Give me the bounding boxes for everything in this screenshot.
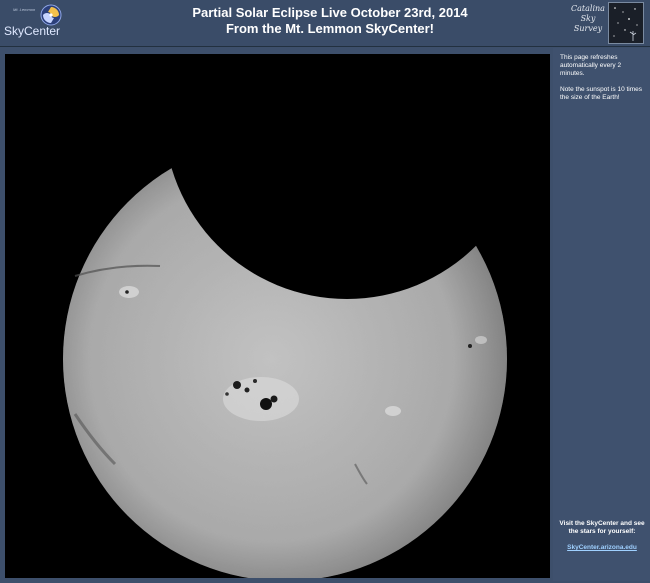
catalina-logo-text: Catalina Sky Survey bbox=[566, 4, 610, 34]
sun-eclipse-graphic bbox=[5, 54, 550, 581]
catalina-logo-line-1: Catalina bbox=[571, 4, 605, 13]
catalina-logo-line-2: Sky bbox=[580, 14, 596, 23]
catalina-logo-line-3: Survey bbox=[573, 24, 603, 33]
header-bar: Mt. Lemmon SkyCenter Partial Solar Eclip… bbox=[0, 0, 650, 47]
logo-name: SkyCenter bbox=[4, 24, 61, 38]
title-line-2: From the Mt. Lemmon SkyCenter! bbox=[225, 21, 435, 36]
eclipse-image bbox=[5, 54, 550, 581]
sidebar-notes: This page refreshes automatically every … bbox=[560, 54, 644, 110]
sidebar-visit: Visit the SkyCenter and see the stars fo… bbox=[557, 520, 647, 552]
title-line-1: Partial Solar Eclipse Live October 23rd,… bbox=[192, 5, 468, 20]
catalina-sky-survey-logo[interactable]: Catalina Sky Survey bbox=[562, 2, 644, 44]
swirl-logo-icon bbox=[40, 4, 62, 26]
sunspot-group bbox=[223, 377, 299, 421]
star-field-icon bbox=[608, 2, 644, 44]
sunspot-note: Note the sunspot is 10 times the size of… bbox=[560, 86, 643, 101]
page-title: Partial Solar Eclipse Live October 23rd,… bbox=[120, 5, 540, 37]
skycenter-link[interactable]: SkyCenter.arizona.edu bbox=[557, 544, 647, 552]
refresh-note: This page refreshes automatically every … bbox=[560, 54, 622, 77]
skycenter-logo[interactable]: Mt. Lemmon SkyCenter bbox=[4, 3, 74, 43]
sidebar: This page refreshes automatically every … bbox=[553, 48, 650, 581]
visit-text: Visit the SkyCenter and see the stars fo… bbox=[559, 520, 645, 535]
logo-subtitle: Mt. Lemmon bbox=[13, 7, 36, 12]
